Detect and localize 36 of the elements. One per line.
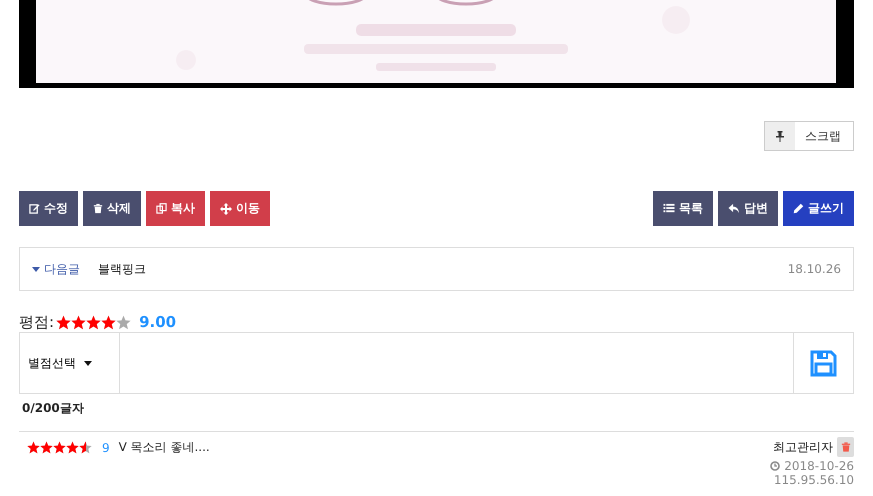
list-button[interactable]: 목록 (653, 191, 713, 226)
rating-label: 평점: (19, 312, 54, 332)
save-button[interactable] (793, 332, 854, 394)
edit-button[interactable]: 수정 (19, 191, 78, 226)
rating-score: 9.00 (139, 313, 176, 331)
save-icon (810, 350, 837, 376)
write-button[interactable]: 글쓰기 (783, 191, 854, 226)
copy-button[interactable]: 복사 (146, 191, 205, 226)
comment-date: 2018-10-26 (784, 459, 854, 473)
comment-score: 9 (102, 440, 110, 454)
move-button[interactable]: 이동 (210, 191, 270, 226)
scrap-button[interactable]: 스크랩 (764, 121, 854, 151)
list-icon (663, 203, 675, 214)
next-post-title[interactable]: 블랙핑크 (98, 260, 788, 278)
next-post-link[interactable]: 다음글 (32, 260, 80, 278)
edit-icon (29, 203, 40, 214)
copy-icon (156, 203, 167, 214)
trash-icon (93, 203, 103, 214)
pencil-icon (793, 203, 804, 214)
delete-button[interactable] (837, 437, 854, 457)
caret-icon (32, 266, 40, 272)
reply-button[interactable]: 답변 (718, 191, 778, 226)
pin-icon (776, 130, 784, 142)
comment-field[interactable] (120, 332, 793, 394)
comment-ip: 115.95.56.10 (774, 473, 854, 487)
char-count: 0/200글자 (22, 400, 84, 417)
clock-icon (770, 461, 780, 471)
reply-icon (728, 203, 740, 214)
caret-icon (84, 360, 92, 366)
comment-author: 최고관리자 (773, 438, 833, 456)
trash-icon (840, 441, 850, 453)
comment-text: V 목소리 좋네.... (118, 439, 210, 456)
delete-button[interactable]: 삭제 (83, 191, 141, 226)
move-icon (220, 202, 232, 214)
post-date: 18.10.26 (788, 262, 841, 276)
star-select[interactable]: 별점선택 (19, 332, 120, 394)
